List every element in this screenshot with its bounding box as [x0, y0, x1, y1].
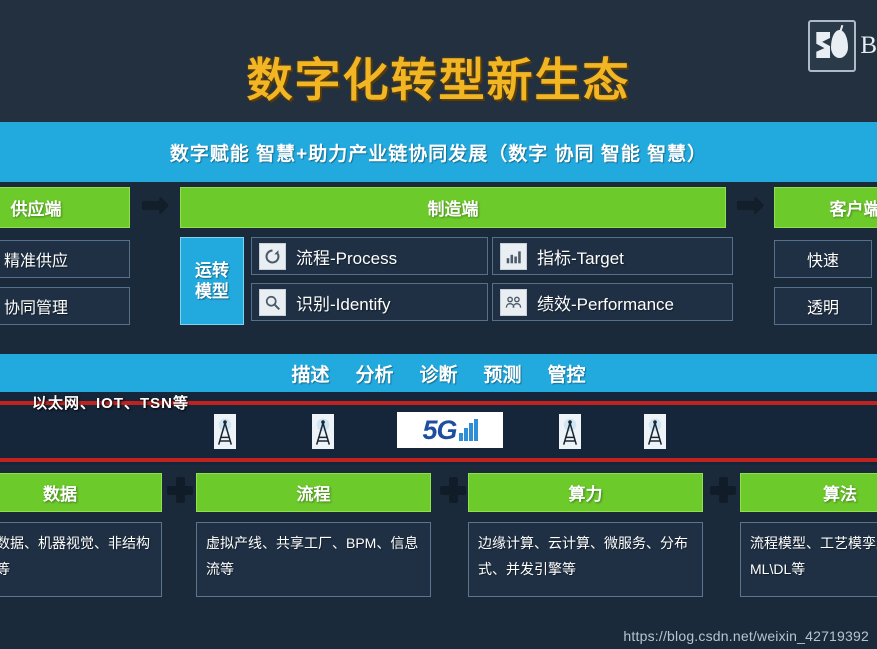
signal-bars-icon: [458, 419, 478, 441]
network-layer: 以太网、IOT、TSN等 5G: [0, 392, 877, 465]
operating-model-label: 运转 模型: [195, 260, 229, 301]
slogan-text: 数字赋能 智慧+助力产业链协同发展（数字 协同 智能 智慧）: [169, 143, 708, 165]
flow-arrow-manufacture-to-client: ➡: [735, 185, 765, 225]
pillar-computing-power-head: 算力: [468, 473, 703, 512]
page-title: 数字化转型新生态: [246, 54, 631, 106]
pillar-data: 数据 、流数据、机器视觉、非结构数据等: [0, 473, 162, 597]
plus-separator-icon: [710, 477, 736, 503]
feature-identify: 识别-Identify: [251, 283, 488, 321]
people-group-icon: [500, 288, 527, 316]
feature-process-label: 流程-Process: [296, 248, 398, 268]
cell-tower-icon: [559, 414, 581, 449]
analytics-item-control: 管控: [547, 364, 586, 386]
pillar-flow-body: 虚拟产线、共享工厂、BPM、信息流等: [196, 522, 431, 597]
pillar-algorithm-head: 算法: [740, 473, 877, 512]
cell-tower-icon: [312, 414, 334, 449]
flow-arrow-supply-to-manufacture: ➡: [140, 185, 170, 225]
supply-chip-accurate: 精准供应: [0, 240, 130, 278]
watermark: https://blog.csdn.net/weixin_42719392: [623, 628, 869, 644]
cell-tower-icon: [214, 414, 236, 449]
pillar-computing-power-body: 边缘计算、云计算、微服务、分布式、并发引擎等: [468, 522, 703, 597]
brand-s-shape-icon: [816, 32, 831, 58]
plus-separator-icon: [440, 477, 466, 503]
manufacture-head: 制造端: [180, 187, 726, 228]
cell-tower-icon: [644, 414, 666, 449]
client-chip-fast: 快速: [774, 240, 872, 278]
feature-target-label: 指标-Target: [537, 248, 624, 268]
value-chain-section: 供应端 精准供应 协同管理 ➡ 制造端 运转 模型 流程-Process 识别-I…: [0, 182, 877, 354]
brand-logo: B: [808, 20, 877, 72]
brand-square-icon: [808, 20, 857, 72]
network-label: 以太网、IOT、TSN等: [32, 395, 189, 412]
feature-performance-label: 绩效-Performance: [537, 294, 674, 314]
pillar-computing-power: 算力 边缘计算、云计算、微服务、分布式、并发引擎等: [468, 473, 703, 597]
pillar-data-body: 、流数据、机器视觉、非结构数据等: [0, 522, 162, 597]
supply-chip-collab: 协同管理: [0, 287, 130, 325]
supply-head: 供应端: [0, 187, 130, 228]
pillar-algorithm-body: 流程模型、工艺模孪生、ML\DL等: [740, 522, 877, 597]
network-rule-bottom: [0, 458, 877, 462]
analytics-item-diagnose: 诊断: [419, 364, 458, 386]
bar-chart-icon: [500, 242, 527, 270]
operating-model-box: 运转 模型: [180, 237, 244, 325]
pillar-flow: 流程 虚拟产线、共享工厂、BPM、信息流等: [196, 473, 431, 597]
title-band: 数字化转型新生态 B: [0, 0, 877, 122]
feature-target: 指标-Target: [492, 237, 733, 275]
5g-badge: 5G: [397, 412, 503, 448]
5g-label: 5G: [422, 414, 457, 445]
plus-separator-icon: [167, 477, 193, 503]
slide-canvas: 数字化转型新生态 B 数字赋能 智慧+助力产业链协同发展（数字 协同 智能 智慧…: [0, 0, 877, 649]
client-head: 客户端: [774, 187, 877, 228]
analytics-item-describe: 描述: [291, 364, 330, 386]
magnifier-icon: [259, 288, 286, 316]
feature-identify-label: 识别-Identify: [296, 294, 391, 314]
analytics-bar: 描述 分析 诊断 预测 管控: [0, 354, 877, 392]
brand-name: B: [860, 32, 877, 59]
brand-drop-icon: [831, 30, 849, 58]
analytics-item-predict: 预测: [483, 364, 522, 386]
pillar-flow-head: 流程: [196, 473, 431, 512]
refresh-cycle-icon: [259, 242, 286, 270]
analytics-item-analyze: 分析: [355, 364, 394, 386]
pillar-algorithm: 算法 流程模型、工艺模孪生、ML\DL等: [740, 473, 877, 597]
feature-process: 流程-Process: [251, 237, 488, 275]
foundation-section: 数据 、流数据、机器视觉、非结构数据等 流程 虚拟产线、共享工厂、BPM、信息流…: [0, 465, 877, 649]
feature-performance: 绩效-Performance: [492, 283, 733, 321]
pillar-data-head: 数据: [0, 473, 162, 512]
slogan-bar: 数字赋能 智慧+助力产业链协同发展（数字 协同 智能 智慧）: [0, 122, 877, 182]
client-chip-transparent: 透明: [774, 287, 872, 325]
